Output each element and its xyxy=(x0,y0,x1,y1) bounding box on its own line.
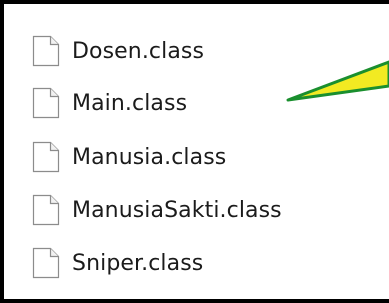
file-item-manusiasakti[interactable]: ManusiaSakti.class xyxy=(32,190,282,230)
file-name: Main.class xyxy=(72,90,188,116)
file-item-main[interactable]: Main.class xyxy=(32,83,187,123)
file-icon xyxy=(32,87,60,119)
file-list: Dosen.class Main.class Manusia.class Man… xyxy=(4,4,389,299)
arrow-icon xyxy=(286,60,389,102)
file-list-panel: Dosen.class Main.class Manusia.class Man… xyxy=(0,0,389,303)
file-icon xyxy=(32,247,60,279)
file-item-manusia[interactable]: Manusia.class xyxy=(32,137,226,177)
file-icon xyxy=(32,141,60,173)
file-name: Manusia.class xyxy=(72,144,227,170)
file-name: Sniper.class xyxy=(72,250,204,276)
file-name: Dosen.class xyxy=(72,38,205,64)
file-name: ManusiaSakti.class xyxy=(72,197,282,223)
file-item-dosen[interactable]: Dosen.class xyxy=(32,31,204,71)
file-item-sniper[interactable]: Sniper.class xyxy=(32,243,203,283)
file-icon xyxy=(32,35,60,67)
file-icon xyxy=(32,194,60,226)
